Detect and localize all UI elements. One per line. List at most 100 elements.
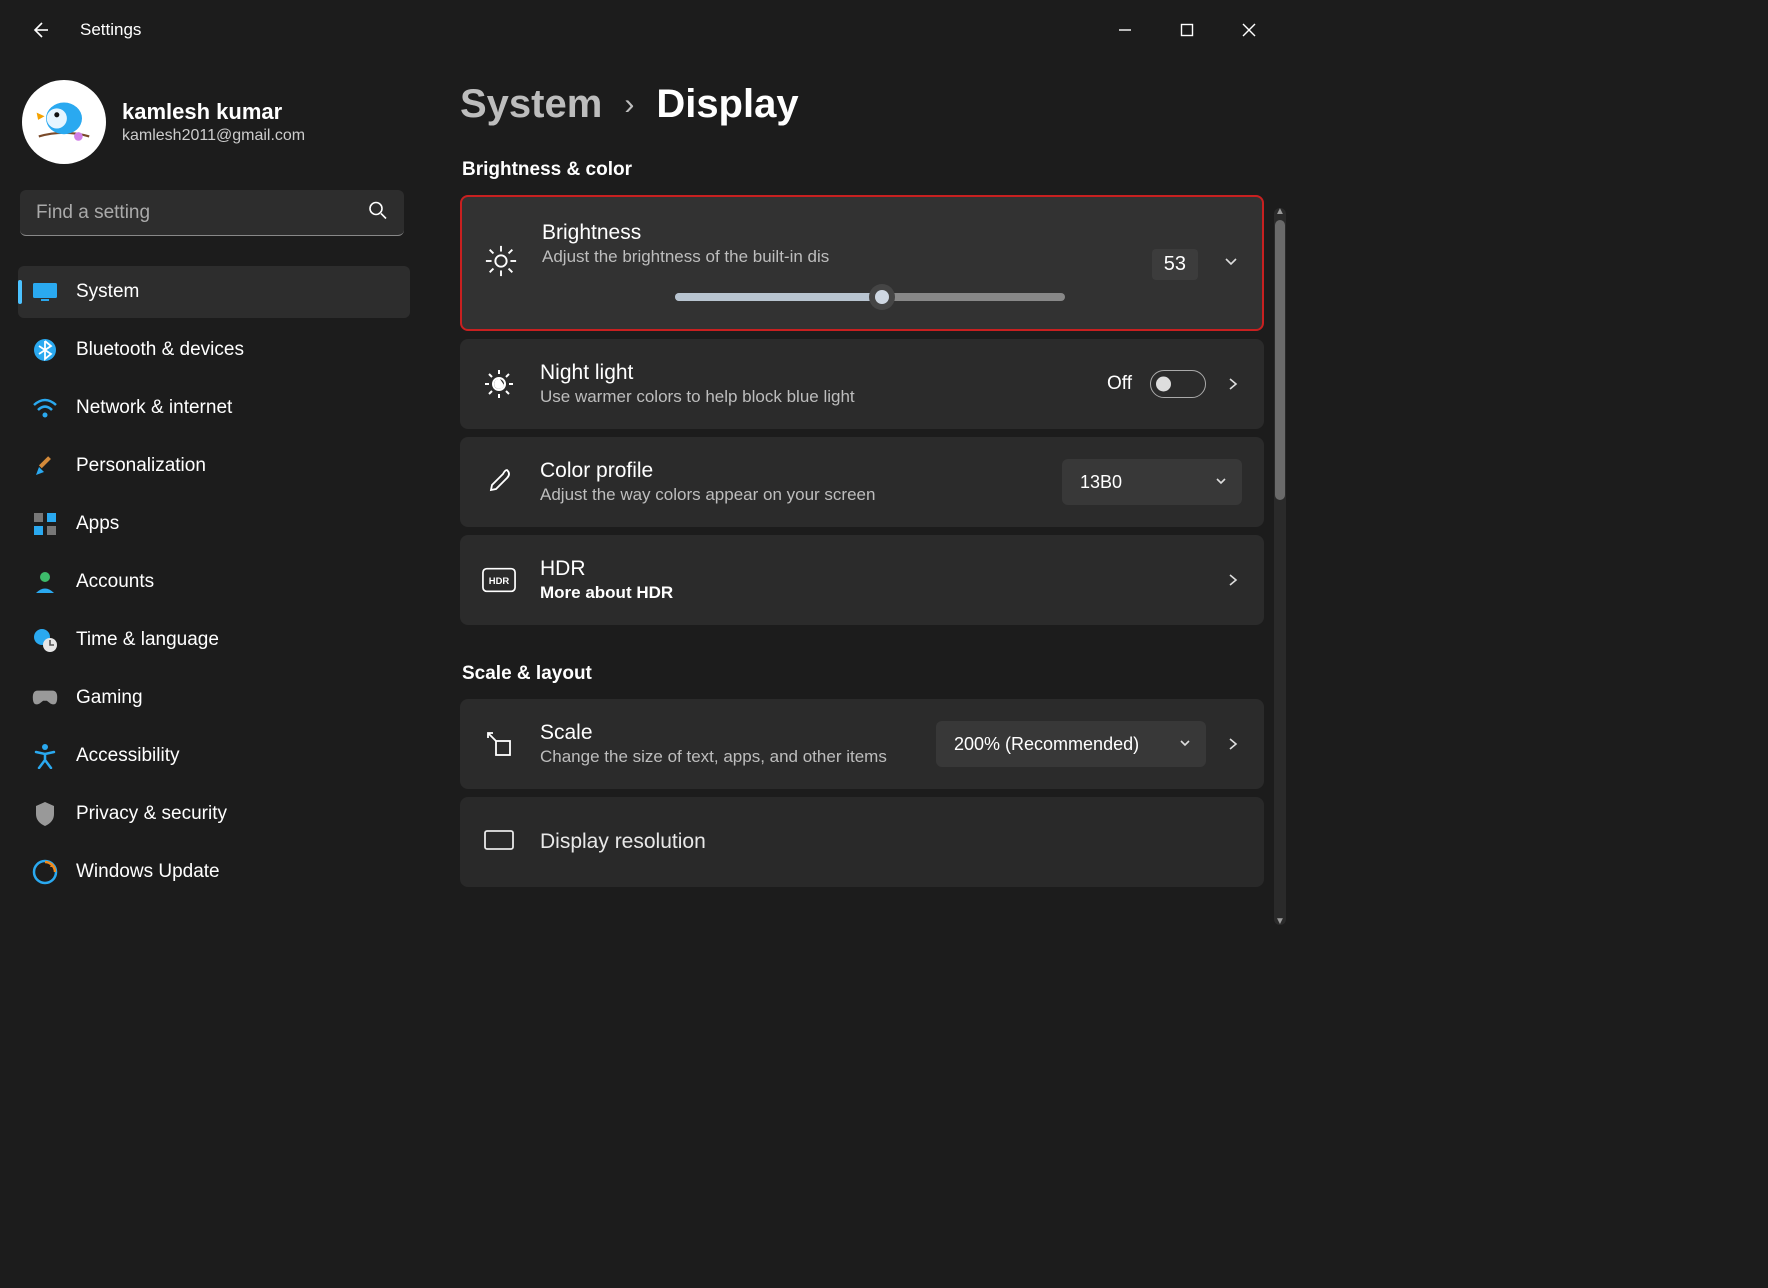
brightness-sub: Adjust the brightness of the built-in di… bbox=[542, 247, 1194, 267]
sidebar: kamlesh kumar kamlesh2011@gmail.com Syst… bbox=[0, 60, 420, 937]
card-display-resolution[interactable]: Display resolution bbox=[460, 797, 1264, 887]
color-profile-title: Color profile bbox=[540, 459, 1038, 483]
scale-icon bbox=[482, 727, 516, 761]
chevron-right-icon bbox=[1226, 377, 1240, 391]
search-input[interactable] bbox=[20, 190, 404, 236]
card-brightness[interactable]: Brightness Adjust the brightness of the … bbox=[460, 195, 1264, 331]
apps-icon bbox=[32, 511, 58, 537]
close-button[interactable] bbox=[1218, 10, 1280, 50]
nav-label: System bbox=[76, 281, 139, 303]
bluetooth-icon bbox=[32, 337, 58, 363]
eyedropper-icon bbox=[482, 465, 516, 499]
color-profile-sub: Adjust the way colors appear on your scr… bbox=[540, 485, 1038, 505]
scale-title: Scale bbox=[540, 721, 912, 745]
breadcrumb-current: Display bbox=[656, 82, 798, 127]
nav-item-apps[interactable]: Apps bbox=[18, 498, 410, 550]
maximize-icon bbox=[1180, 23, 1194, 37]
shield-icon bbox=[32, 801, 58, 827]
nav-item-network[interactable]: Network & internet bbox=[18, 382, 410, 434]
section-title-scale-layout: Scale & layout bbox=[462, 663, 1264, 685]
scale-dropdown[interactable]: 200% (Recommended) bbox=[936, 721, 1206, 767]
minimize-icon bbox=[1118, 23, 1132, 37]
night-light-arrow[interactable] bbox=[1224, 375, 1242, 393]
card-night-light[interactable]: Night light Use warmer colors to help bl… bbox=[460, 339, 1264, 429]
expand-toggle[interactable] bbox=[1222, 252, 1240, 270]
slider-fill bbox=[675, 293, 882, 301]
window-controls bbox=[1094, 10, 1280, 50]
hdr-title: HDR bbox=[540, 557, 1200, 581]
nav-item-accounts[interactable]: Accounts bbox=[18, 556, 410, 608]
chevron-right-icon: › bbox=[624, 88, 634, 122]
nav-item-update[interactable]: Windows Update bbox=[18, 846, 410, 898]
search-icon bbox=[368, 201, 388, 226]
slider-thumb[interactable] bbox=[869, 284, 895, 310]
person-icon bbox=[32, 569, 58, 595]
nav-label: Windows Update bbox=[76, 861, 220, 883]
hdr-arrow[interactable] bbox=[1224, 571, 1242, 589]
titlebar: Settings bbox=[0, 0, 1288, 60]
hdr-sub: More about HDR bbox=[540, 583, 1200, 603]
night-light-toggle-label: Off bbox=[1107, 373, 1132, 395]
scrollbar[interactable]: ▲ ▼ bbox=[1274, 208, 1286, 925]
chevron-down-icon bbox=[1178, 734, 1192, 755]
app-title: Settings bbox=[80, 20, 141, 40]
hdr-icon: HDR bbox=[482, 563, 516, 597]
nav-label: Time & language bbox=[76, 629, 219, 651]
chevron-down-icon bbox=[1214, 472, 1228, 493]
profile-name: kamlesh kumar bbox=[122, 99, 305, 125]
card-hdr[interactable]: HDR HDR More about HDR bbox=[460, 535, 1264, 625]
scrollbar-thumb[interactable] bbox=[1275, 220, 1285, 500]
avatar bbox=[22, 80, 106, 164]
nav-label: Bluetooth & devices bbox=[76, 339, 244, 361]
night-light-sub: Use warmer colors to help block blue lig… bbox=[540, 387, 1083, 407]
night-light-toggle[interactable] bbox=[1150, 370, 1206, 398]
search bbox=[20, 190, 404, 236]
profile[interactable]: kamlesh kumar kamlesh2011@gmail.com bbox=[22, 80, 410, 164]
scroll-up-arrow[interactable]: ▲ bbox=[1274, 206, 1286, 217]
minimize-button[interactable] bbox=[1094, 10, 1156, 50]
chevron-right-icon bbox=[1226, 737, 1240, 751]
nav-item-gaming[interactable]: Gaming bbox=[18, 672, 410, 724]
night-light-title: Night light bbox=[540, 361, 1083, 385]
color-profile-dropdown[interactable]: 13B0 bbox=[1062, 459, 1242, 505]
nav-item-bluetooth[interactable]: Bluetooth & devices bbox=[18, 324, 410, 376]
nav-label: Apps bbox=[76, 513, 119, 535]
nav-item-privacy[interactable]: Privacy & security bbox=[18, 788, 410, 840]
back-button[interactable] bbox=[20, 10, 60, 50]
nav-label: Accounts bbox=[76, 571, 154, 593]
resolution-icon bbox=[482, 825, 516, 859]
paintbrush-icon bbox=[32, 453, 58, 479]
accessibility-icon bbox=[32, 743, 58, 769]
resolution-title: Display resolution bbox=[540, 830, 1242, 854]
scale-sub: Change the size of text, apps, and other… bbox=[540, 747, 912, 767]
nav-item-personalization[interactable]: Personalization bbox=[18, 440, 410, 492]
clock-globe-icon bbox=[32, 627, 58, 653]
chevron-right-icon bbox=[1226, 573, 1240, 587]
chevron-down-icon bbox=[1223, 253, 1239, 269]
nav-item-time-language[interactable]: Time & language bbox=[18, 614, 410, 666]
brightness-slider[interactable] bbox=[675, 293, 1065, 301]
nav-label: Accessibility bbox=[76, 745, 179, 767]
nav-label: Privacy & security bbox=[76, 803, 227, 825]
night-light-icon bbox=[482, 367, 516, 401]
brightness-icon bbox=[484, 244, 518, 278]
close-icon bbox=[1242, 23, 1256, 37]
dropdown-value: 200% (Recommended) bbox=[954, 734, 1139, 755]
scroll-down-arrow[interactable]: ▼ bbox=[1274, 916, 1286, 927]
nav-item-system[interactable]: System bbox=[18, 266, 410, 318]
card-color-profile[interactable]: Color profile Adjust the way colors appe… bbox=[460, 437, 1264, 527]
arrow-left-icon bbox=[30, 20, 50, 40]
card-scale[interactable]: Scale Change the size of text, apps, and… bbox=[460, 699, 1264, 789]
breadcrumb: System › Display bbox=[460, 82, 1264, 127]
nav-label: Personalization bbox=[76, 455, 206, 477]
nav-item-accessibility[interactable]: Accessibility bbox=[18, 730, 410, 782]
display-icon bbox=[32, 279, 58, 305]
update-icon bbox=[32, 859, 58, 885]
dropdown-value: 13B0 bbox=[1080, 472, 1122, 493]
nav-label: Network & internet bbox=[76, 397, 232, 419]
maximize-button[interactable] bbox=[1156, 10, 1218, 50]
breadcrumb-parent[interactable]: System bbox=[460, 82, 602, 127]
svg-text:HDR: HDR bbox=[489, 576, 510, 587]
scale-arrow[interactable] bbox=[1224, 735, 1242, 753]
nav: System Bluetooth & devices Network & int… bbox=[18, 266, 410, 898]
